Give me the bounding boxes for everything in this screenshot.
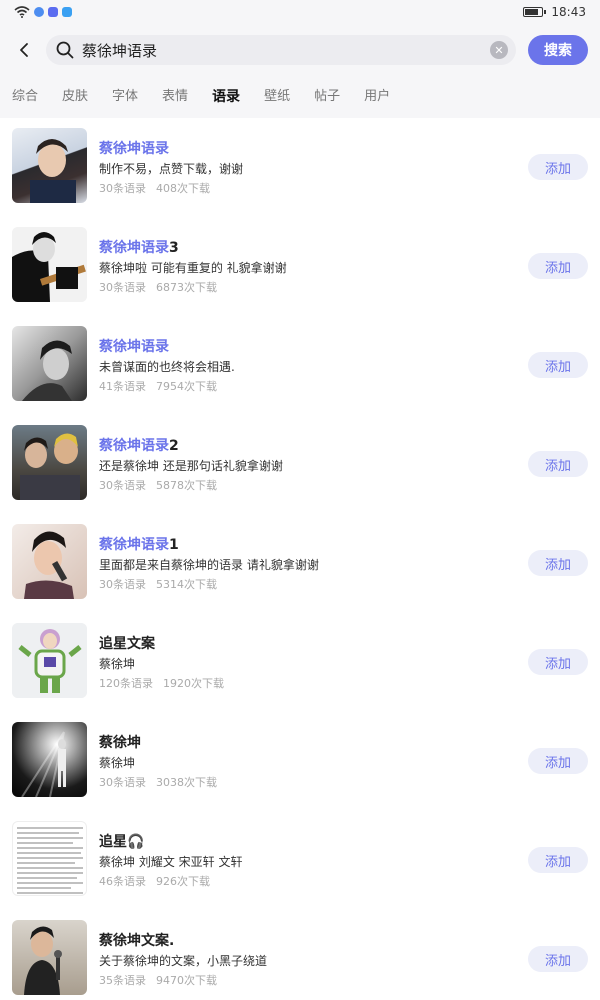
item-title: 蔡徐坤 [99, 735, 141, 751]
tab-fonts[interactable]: 字体 [112, 76, 138, 118]
item-description: 蔡徐坤 [99, 756, 136, 770]
list-item[interactable]: 蔡徐坤语录2 还是蔡徐坤 还是那句话礼貌拿谢谢 30条语录 5878次下载 添加 [0, 415, 600, 514]
item-description: 关于蔡徐坤的文案，小黑子绕道 [99, 954, 268, 968]
add-button[interactable]: 添加 [528, 352, 588, 378]
add-button[interactable]: 添加 [528, 550, 588, 576]
tab-quotes[interactable]: 语录 [212, 76, 240, 118]
search-input[interactable] [82, 41, 490, 59]
item-meta: 30条语录 5878次下载 [99, 479, 217, 492]
list-item[interactable]: 蔡徐坤语录1 里面都是来自蔡徐坤的语录 请礼貌拿谢谢 30条语录 5314次下载 … [0, 514, 600, 613]
list-item[interactable]: 蔡徐坤语录 制作不易，点赞下载，谢谢 30条语录 408次下载 添加 [0, 118, 600, 217]
thumbnail-image [12, 722, 87, 797]
list-item[interactable]: 蔡徐坤文案. 关于蔡徐坤的文案，小黑子绕道 35条语录 9470次下载 添加 [0, 910, 600, 1000]
chevron-left-icon [20, 43, 28, 57]
list-item[interactable]: 追星文案 蔡徐坤 120条语录 1920次下载 添加 [0, 613, 600, 712]
item-title: 追星🎧 [99, 834, 145, 850]
tab-skins[interactable]: 皮肤 [62, 76, 88, 118]
search-icon [54, 39, 76, 61]
item-description: 里面都是来自蔡徐坤的语录 请礼貌拿谢谢 [99, 558, 319, 572]
clear-icon[interactable]: ✕ [490, 41, 508, 59]
quote-results-list: 蔡徐坤语录 制作不易，点赞下载，谢谢 30条语录 408次下载 添加 蔡徐坤语录3… [0, 118, 600, 1000]
item-meta: 30条语录 6873次下载 [99, 281, 217, 294]
tab-emoji[interactable]: 表情 [162, 76, 188, 118]
thumbnail-image [12, 524, 87, 599]
add-button[interactable]: 添加 [528, 451, 588, 477]
add-button[interactable]: 添加 [528, 154, 588, 180]
list-item[interactable]: 蔡徐坤语录3 蔡徐坤啦 可能有重复的 礼貌拿谢谢 30条语录 6873次下载 添加 [0, 217, 600, 316]
search-box[interactable]: ✕ [46, 35, 516, 65]
item-description: 制作不易，点赞下载，谢谢 [99, 162, 244, 176]
item-title: 追星文案 [99, 636, 155, 652]
add-button[interactable]: 添加 [528, 649, 588, 675]
item-meta: 35条语录 9470次下载 [99, 974, 217, 987]
list-item[interactable]: 蔡徐坤语录 未曾谋面的也终将会相遇. 41条语录 7954次下载 添加 [0, 316, 600, 415]
item-description: 蔡徐坤 刘耀文 宋亚轩 文轩 [99, 855, 243, 869]
thumbnail-image [12, 623, 87, 698]
thumbnail-image [12, 227, 87, 302]
status-bar: 18:43 [0, 0, 600, 24]
item-title: 蔡徐坤语录 [99, 339, 169, 355]
status-icons [14, 3, 72, 22]
item-title: 蔡徐坤语录3 [99, 240, 179, 256]
item-meta: 120条语录 1920次下载 [99, 677, 224, 690]
item-description: 未曾谋面的也终将会相遇. [99, 360, 235, 374]
item-title: 蔡徐坤语录2 [99, 438, 179, 454]
thumbnail-image [12, 425, 87, 500]
search-app-icon [62, 7, 72, 17]
tab-posts[interactable]: 帖子 [314, 76, 340, 118]
item-description: 还是蔡徐坤 还是那句话礼貌拿谢谢 [99, 459, 283, 473]
battery-icon [523, 7, 547, 17]
add-button[interactable]: 添加 [528, 748, 588, 774]
item-title: 蔡徐坤语录1 [99, 537, 179, 553]
wifi-icon [14, 3, 30, 22]
item-title: 蔡徐坤语录 [99, 141, 169, 157]
item-meta: 30条语录 5314次下载 [99, 578, 217, 591]
status-time: 18:43 [551, 5, 586, 19]
list-item[interactable]: 追星🎧 蔡徐坤 刘耀文 宋亚轩 文轩 46条语录 926次下载 添加 [0, 811, 600, 910]
search-button[interactable]: 搜索 [528, 35, 588, 65]
baby-icon [48, 7, 58, 17]
add-button[interactable]: 添加 [528, 847, 588, 873]
search-header: ✕ 搜索 [0, 24, 600, 76]
list-item[interactable]: 蔡徐坤 蔡徐坤 30条语录 3038次下载 添加 [0, 712, 600, 811]
back-button[interactable] [4, 30, 44, 70]
item-title: 蔡徐坤文案. [99, 933, 175, 949]
item-meta: 41条语录 7954次下载 [99, 380, 217, 393]
tab-wallpapers[interactable]: 壁纸 [264, 76, 290, 118]
chat-icon [34, 7, 44, 17]
add-button[interactable]: 添加 [528, 253, 588, 279]
tab-comprehensive[interactable]: 综合 [12, 76, 38, 118]
tab-users[interactable]: 用户 [364, 76, 390, 118]
item-meta: 46条语录 926次下载 [99, 875, 210, 888]
item-meta: 30条语录 408次下载 [99, 182, 210, 195]
category-tabs: 综合 皮肤 字体 表情 语录 壁纸 帖子 用户 [0, 76, 600, 118]
thumbnail-image [12, 821, 87, 896]
add-button[interactable]: 添加 [528, 946, 588, 972]
thumbnail-image [12, 920, 87, 995]
item-meta: 30条语录 3038次下载 [99, 776, 217, 789]
item-description: 蔡徐坤啦 可能有重复的 礼貌拿谢谢 [99, 261, 287, 275]
item-description: 蔡徐坤 [99, 657, 136, 671]
thumbnail-image [12, 128, 87, 203]
thumbnail-image [12, 326, 87, 401]
